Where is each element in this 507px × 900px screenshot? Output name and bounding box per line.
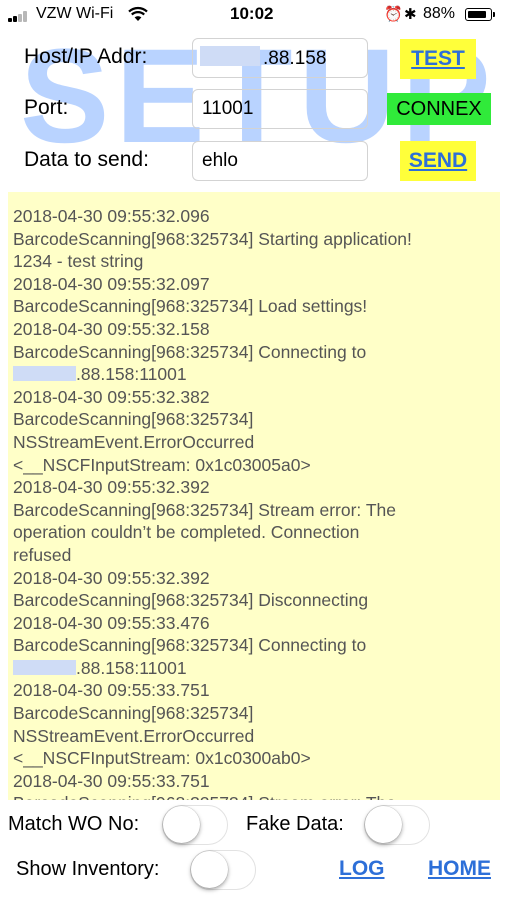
log-redaction bbox=[13, 366, 76, 382]
status-time: 10:02 bbox=[230, 4, 274, 23]
log-line-text: .88.158:11001 bbox=[76, 364, 187, 385]
status-bar: VZW Wi-Fi 10:02 ⏰ ✱ 88% bbox=[0, 0, 507, 30]
fake-data-switch[interactable] bbox=[364, 805, 430, 845]
log-line-text: operation couldn’t be completed. Connect… bbox=[13, 522, 360, 543]
log-line-text: refused bbox=[13, 544, 72, 565]
log-line-text: 1234 - test string bbox=[13, 251, 144, 272]
host-redaction bbox=[200, 46, 260, 66]
bluetooth-icon: ✱ bbox=[404, 6, 417, 23]
log-redaction bbox=[13, 659, 76, 675]
host-label: Host/IP Addr: bbox=[24, 45, 148, 68]
log-line: <__NSCFInputStream: 0x1c03005a0> bbox=[13, 454, 500, 477]
log-line-text: 2018-04-30 09:55:32.392 bbox=[13, 567, 210, 588]
log-line: .88.158:11001 bbox=[13, 657, 500, 680]
log-line: NSStreamEvent.ErrorOccurred bbox=[13, 431, 500, 454]
fake-data-switch-knob bbox=[365, 806, 402, 843]
match-wo-label: Match WO No: bbox=[8, 813, 140, 835]
port-field[interactable] bbox=[192, 89, 368, 129]
battery-nub bbox=[493, 12, 495, 17]
port-label: Port: bbox=[24, 96, 69, 119]
send-button[interactable]: SEND bbox=[400, 141, 476, 181]
log-line-text: .88.158:11001 bbox=[76, 657, 187, 678]
log-line: 2018-04-30 09:55:33.476 bbox=[13, 612, 500, 635]
log-line-text: BarcodeScanning[968:325734] bbox=[13, 409, 254, 430]
log-line-text: BarcodeScanning[968:325734] Stream error… bbox=[13, 499, 396, 520]
log-line-text: 2018-04-30 09:55:33.476 bbox=[13, 612, 210, 633]
log-line-text: 2018-04-30 09:55:32.097 bbox=[13, 273, 210, 294]
log-line: 2018-04-30 09:55:32.392 bbox=[13, 567, 500, 590]
log-line: 2018-04-30 09:55:32.096 bbox=[13, 205, 500, 228]
log-line: refused bbox=[13, 544, 500, 567]
battery-percent: 88% bbox=[423, 5, 456, 22]
log-line-text: 2018-04-30 09:55:33.751 bbox=[13, 770, 210, 791]
log-line: 2018-04-30 09:55:32.097 bbox=[13, 273, 500, 296]
log-line: 2018-04-30 09:55:32.382 bbox=[13, 386, 500, 409]
log-line-text: NSStreamEvent.ErrorOccurred bbox=[13, 725, 255, 746]
log-line: BarcodeScanning[968:325734] Disconnectin… bbox=[13, 589, 500, 612]
test-button[interactable]: TEST bbox=[400, 39, 476, 79]
log-view[interactable]: 2018-04-30 09:55:32.096 BarcodeScanning[9… bbox=[8, 192, 500, 800]
log-line: BarcodeScanning[968:325734] Starting app… bbox=[13, 228, 500, 251]
log-line-text: BarcodeScanning[968:325734] Connecting t… bbox=[13, 635, 367, 656]
log-line-text: BarcodeScanning[968:325734] Connecting t… bbox=[13, 341, 367, 362]
log-line: BarcodeScanning[968:325734] bbox=[13, 408, 500, 431]
log-line-text: <__NSCFInputStream: 0x1c0300ab0> bbox=[13, 748, 311, 769]
battery-level bbox=[467, 10, 486, 18]
log-line: 1234 - test string bbox=[13, 250, 500, 273]
fake-data-label: Fake Data: bbox=[246, 813, 344, 835]
log-line-text: BarcodeScanning[968:325734] Starting app… bbox=[13, 228, 412, 249]
show-inventory-switch-knob bbox=[191, 851, 228, 888]
log-line-text: BarcodeScanning[968:325734] Stream error… bbox=[13, 793, 396, 800]
log-line: NSStreamEvent.ErrorOccurred bbox=[13, 725, 500, 748]
log-line-text: 2018-04-30 09:55:32.382 bbox=[13, 386, 210, 407]
log-lines: 2018-04-30 09:55:32.096 BarcodeScanning[9… bbox=[8, 192, 500, 800]
log-line-text: 2018-04-30 09:55:32.158 bbox=[13, 318, 210, 339]
data-label: Data to send: bbox=[24, 148, 149, 171]
log-line-text: 2018-04-30 09:55:33.751 bbox=[13, 680, 210, 701]
setup-screen: VZW Wi-Fi 10:02 ⏰ ✱ 88% SETUP Host/IP Ad… bbox=[0, 0, 507, 900]
carrier-name: VZW Wi-Fi bbox=[36, 5, 114, 22]
log-line: 2018-04-30 09:55:32.392 bbox=[13, 476, 500, 499]
log-line: BarcodeScanning[968:325734] Connecting t… bbox=[13, 341, 500, 364]
log-line: BarcodeScanning[968:325734] Connecting t… bbox=[13, 634, 500, 657]
log-line: BarcodeScanning[968:325734] bbox=[13, 702, 500, 725]
home-link[interactable]: HOME bbox=[428, 857, 491, 881]
show-inventory-label: Show Inventory: bbox=[16, 858, 160, 880]
host-value: .88.158 bbox=[263, 48, 327, 69]
log-line-text: 2018-04-30 09:55:32.096 bbox=[13, 206, 210, 226]
log-line-text: BarcodeScanning[968:325734] Disconnectin… bbox=[13, 590, 369, 611]
alarm-icon: ⏰ bbox=[384, 6, 403, 23]
show-inventory-switch[interactable] bbox=[190, 850, 256, 890]
log-line-text: BarcodeScanning[968:325734] bbox=[13, 703, 254, 724]
log-line: 2018-04-30 09:55:33.751 bbox=[13, 679, 500, 702]
log-line: .88.158:11001 bbox=[13, 363, 500, 386]
log-line: 2018-04-30 09:55:33.751 bbox=[13, 770, 500, 793]
log-line: operation couldn’t be completed. Connect… bbox=[13, 521, 500, 544]
log-line: BarcodeScanning[968:325734] Load setting… bbox=[13, 295, 500, 318]
connex-button[interactable]: CONNEX bbox=[387, 93, 491, 125]
battery-icon bbox=[465, 8, 492, 21]
log-line-text: 2018-04-30 09:55:32.392 bbox=[13, 477, 210, 498]
log-line-text: BarcodeScanning[968:325734] Load setting… bbox=[13, 296, 368, 317]
log-line-text: <__NSCFInputStream: 0x1c03005a0> bbox=[13, 454, 311, 475]
signal-bars-icon bbox=[8, 10, 32, 22]
wifi-icon bbox=[128, 6, 148, 21]
log-line: BarcodeScanning[968:325734] Stream error… bbox=[13, 792, 500, 800]
match-wo-switch[interactable] bbox=[162, 805, 228, 845]
log-line: 2018-04-30 09:55:32.158 bbox=[13, 318, 500, 341]
log-line: BarcodeScanning[968:325734] Stream error… bbox=[13, 499, 500, 522]
data-field[interactable] bbox=[192, 141, 368, 181]
match-wo-switch-knob bbox=[163, 806, 200, 843]
log-line: <__NSCFInputStream: 0x1c0300ab0> bbox=[13, 747, 500, 770]
log-link[interactable]: LOG bbox=[339, 857, 385, 881]
log-line-text: NSStreamEvent.ErrorOccurred bbox=[13, 431, 255, 452]
